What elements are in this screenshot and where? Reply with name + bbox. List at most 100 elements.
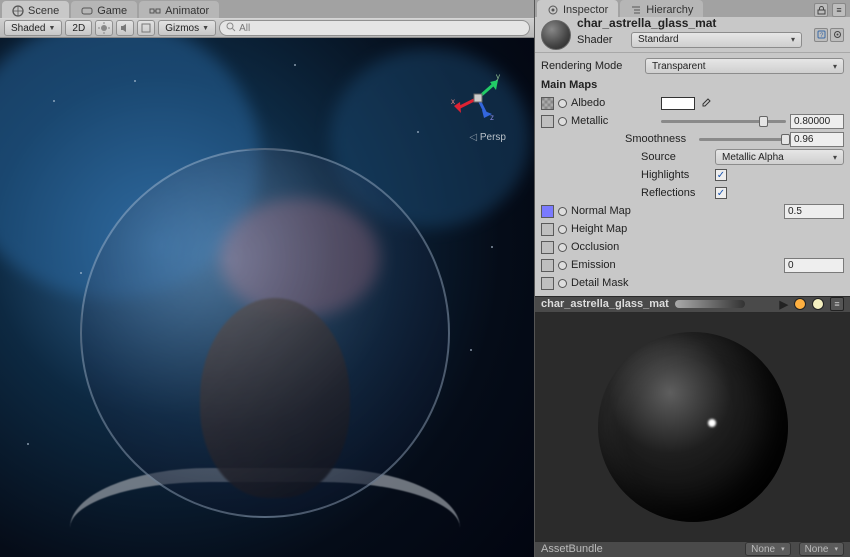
normal-value-field[interactable]: 0.5 (784, 204, 844, 219)
assetbundle-variant-dropdown[interactable]: None▾ (799, 542, 844, 556)
normal-label: Normal Map (571, 205, 657, 217)
svg-text:y: y (496, 72, 500, 81)
scene-viewport[interactable]: y x z ◁ Persp (0, 38, 534, 557)
help-icon[interactable]: ? (814, 28, 828, 42)
albedo-toggle[interactable] (558, 99, 567, 108)
tab-scene[interactable]: Scene (2, 1, 69, 18)
detailmask-toggle[interactable] (558, 279, 567, 288)
smoothness-value-field[interactable]: 0.96 (790, 132, 844, 147)
rendering-mode-label: Rendering Mode (541, 60, 641, 72)
albedo-color[interactable] (661, 97, 695, 110)
hierarchy-icon (630, 4, 642, 16)
preview-title: char_astrella_glass_mat (541, 298, 669, 310)
preview-header: char_astrella_glass_mat ▶ ≡ (535, 296, 850, 313)
height-toggle[interactable] (558, 225, 567, 234)
helmet-glass (80, 148, 450, 518)
svg-text:x: x (451, 97, 455, 106)
toggle-2d[interactable]: 2D (65, 20, 92, 36)
inspector-tabbar: Inspector Hierarchy ≡ (535, 0, 850, 17)
material-preview[interactable] (535, 313, 850, 541)
scene-search-input[interactable]: All (219, 20, 530, 36)
tab-scene-label: Scene (28, 5, 59, 17)
scene-toolbar: Shaded ▼ 2D Gizmos ▼ All (0, 18, 534, 38)
play-icon[interactable]: ▶ (780, 298, 788, 311)
emission-label: Emission (571, 259, 657, 271)
chevron-down-icon: ▼ (48, 25, 55, 32)
assetbundle-bar: AssetBundle None▾ None▾ (535, 541, 850, 557)
tab-game-label: Game (97, 5, 127, 17)
height-texture-slot[interactable] (541, 223, 554, 236)
shader-label: Shader (577, 34, 625, 46)
shading-mode-label: Shaded (11, 23, 45, 34)
preview-light-1[interactable] (794, 298, 806, 310)
reflections-checkbox[interactable]: ✓ (715, 187, 727, 199)
preview-sphere (598, 332, 788, 522)
tab-animator-label: Animator (165, 5, 209, 17)
smoothness-source-label: Source (641, 151, 711, 163)
emission-toggle[interactable] (558, 261, 567, 270)
context-menu-icon[interactable]: ≡ (832, 3, 846, 17)
toggle-2d-label: 2D (72, 23, 85, 34)
chevron-down-icon: ▾ (833, 153, 837, 162)
material-name: char_astrella_glass_mat (577, 16, 716, 30)
main-maps-title: Main Maps (541, 79, 844, 91)
shader-dropdown[interactable]: Standard▾ (631, 32, 802, 48)
gizmos-dropdown[interactable]: Gizmos ▼ (158, 20, 216, 36)
rendering-mode-dropdown[interactable]: Transparent▾ (645, 58, 844, 74)
reflections-label: Reflections (641, 187, 711, 199)
tab-game[interactable]: Game (71, 1, 137, 18)
lock-icon[interactable] (814, 3, 828, 17)
tab-animator[interactable]: Animator (139, 1, 219, 18)
chevron-down-icon: ▼ (202, 25, 209, 32)
metallic-toggle[interactable] (558, 117, 567, 126)
tab-inspector-label: Inspector (563, 4, 608, 16)
detailmask-texture-slot[interactable] (541, 277, 554, 290)
shading-mode-dropdown[interactable]: Shaded ▼ (4, 20, 62, 36)
detailmask-label: Detail Mask (571, 277, 657, 289)
scene-icon (12, 5, 24, 17)
eyedropper-icon[interactable] (699, 97, 711, 109)
metallic-texture-slot[interactable] (541, 115, 554, 128)
preview-menu-icon[interactable]: ≡ (830, 297, 844, 311)
occlusion-toggle[interactable] (558, 243, 567, 252)
animator-icon (149, 5, 161, 17)
gizmos-label: Gizmos (165, 23, 199, 34)
normal-texture-slot[interactable] (541, 205, 554, 218)
projection-label[interactable]: ◁ Persp (469, 132, 506, 143)
tab-inspector[interactable]: Inspector (537, 0, 618, 17)
scene-search-placeholder: All (239, 23, 250, 34)
lighting-toggle[interactable] (95, 20, 113, 36)
smoothness-label: Smoothness (625, 133, 695, 145)
chevron-down-icon: ▾ (791, 35, 795, 44)
metallic-value-field[interactable]: 0.80000 (790, 114, 844, 129)
smoothness-slider[interactable] (699, 132, 786, 146)
height-label: Height Map (571, 223, 657, 235)
game-icon (81, 5, 93, 17)
scene-tabbar: Scene Game Animator (0, 0, 534, 18)
smoothness-source-dropdown[interactable]: Metallic Alpha▾ (715, 149, 844, 165)
material-thumbnail[interactable] (541, 20, 571, 50)
inspector-panel: char_astrella_glass_mat Shader Standard▾… (535, 17, 850, 296)
highlights-label: Highlights (641, 169, 711, 181)
emission-value-field[interactable]: 0 (784, 258, 844, 273)
assetbundle-label: AssetBundle (541, 543, 603, 555)
svg-text:z: z (490, 113, 494, 122)
normal-toggle[interactable] (558, 207, 567, 216)
albedo-texture-slot[interactable] (541, 97, 554, 110)
occlusion-texture-slot[interactable] (541, 241, 554, 254)
tab-hierarchy[interactable]: Hierarchy (620, 0, 703, 17)
fx-toggle[interactable] (137, 20, 155, 36)
albedo-label: Albedo (571, 97, 657, 109)
preview-blend-slider[interactable] (675, 300, 745, 308)
emission-texture-slot[interactable] (541, 259, 554, 272)
highlights-checkbox[interactable]: ✓ (715, 169, 727, 181)
preview-light-2[interactable] (812, 298, 824, 310)
orientation-gizmo[interactable]: y x z (446, 66, 510, 130)
occlusion-label: Occlusion (571, 241, 657, 253)
settings-icon[interactable] (830, 28, 844, 42)
metallic-label: Metallic (571, 115, 657, 127)
search-icon (226, 22, 236, 35)
metallic-slider[interactable] (661, 114, 786, 128)
audio-toggle[interactable] (116, 20, 134, 36)
assetbundle-name-dropdown[interactable]: None▾ (745, 542, 790, 556)
